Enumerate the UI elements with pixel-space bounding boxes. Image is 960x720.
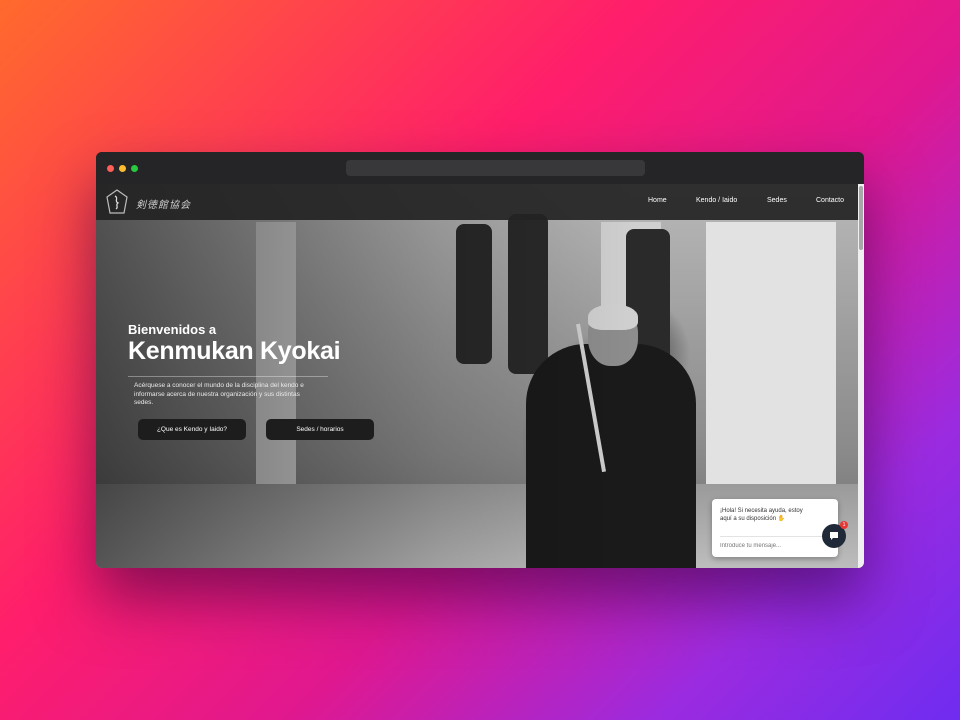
hero-description: Acérquese a conocer el mundo de la disci… [134, 382, 304, 406]
chat-message-input[interactable] [720, 541, 820, 551]
nav-kendo-iaido[interactable]: Kendo / Iaido [696, 197, 737, 204]
chat-notification-badge: 1 [840, 521, 848, 529]
logo-icon[interactable] [105, 189, 129, 215]
page-viewport: 剣徳館協会 Home Kendo / Iaido Sedes Contacto … [96, 184, 864, 568]
hero-title: Kenmukan Kyokai [128, 337, 341, 365]
nav-home[interactable]: Home [648, 197, 667, 204]
hero-subtitle: Bienvenidos a [128, 322, 217, 337]
scrollbar-thumb[interactable] [859, 186, 863, 250]
browser-window: 剣徳館協会 Home Kendo / Iaido Sedes Contacto … [96, 152, 864, 568]
minimize-window-button[interactable] [119, 165, 126, 172]
site-navbar: 剣徳館協会 Home Kendo / Iaido Sedes Contacto [96, 184, 858, 220]
chat-divider [720, 536, 830, 537]
browser-titlebar [96, 152, 864, 184]
hero-divider [128, 376, 328, 377]
nav-contacto[interactable]: Contacto [816, 197, 844, 204]
sedes-horarios-button[interactable]: Sedes / horarios [266, 419, 374, 440]
chat-greeting: ¡Hola! Si necesita ayuda, estoy aquí a s… [720, 508, 803, 522]
chat-bubble-icon [830, 532, 838, 540]
page-scrollbar[interactable] [858, 184, 864, 568]
chat-popup: ¡Hola! Si necesita ayuda, estoy aquí a s… [712, 499, 838, 557]
maximize-window-button[interactable] [131, 165, 138, 172]
address-bar[interactable] [346, 160, 645, 176]
what-is-kendo-button[interactable]: ¿Que es Kendo y Iaido? [138, 419, 246, 440]
nav-sedes[interactable]: Sedes [767, 197, 787, 204]
logo-script-icon: 剣徳館協会 [136, 200, 191, 211]
close-window-button[interactable] [107, 165, 114, 172]
